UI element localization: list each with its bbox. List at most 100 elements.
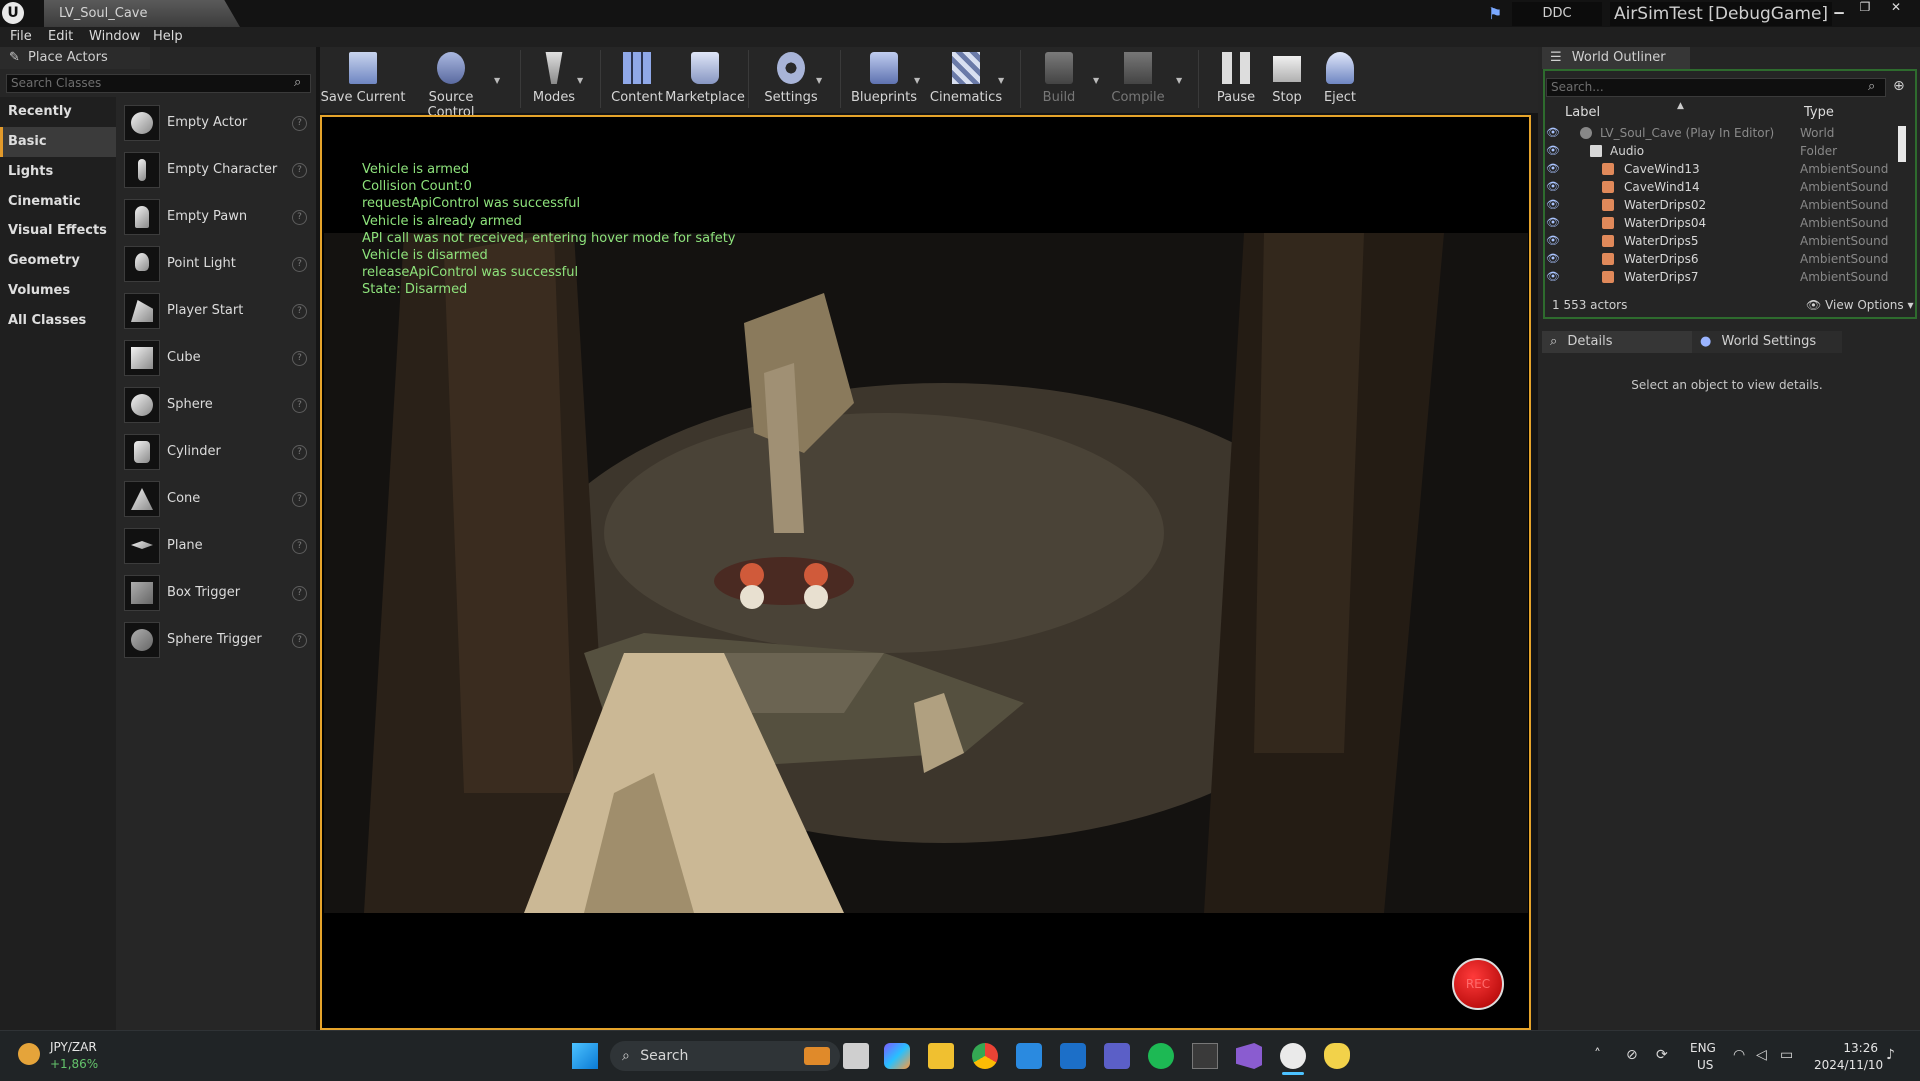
- help-icon[interactable]: ?: [292, 492, 307, 507]
- category-visual-effects[interactable]: Visual Effects: [0, 216, 116, 246]
- outliner-row[interactable]: 👁 CaveWind13 AmbientSound: [1546, 160, 1898, 178]
- actor-sphere[interactable]: Sphere ?: [124, 381, 314, 427]
- menu-edit[interactable]: Edit: [48, 27, 73, 47]
- menu-window[interactable]: Window: [89, 27, 140, 47]
- restore-icon[interactable]: ❐: [1853, 0, 1877, 14]
- speaker-muted-icon[interactable]: ◁: [1756, 1047, 1767, 1063]
- cinematics-dropdown-icon[interactable]: ▼: [998, 76, 1004, 85]
- visibility-eye-icon[interactable]: 👁: [1546, 196, 1560, 214]
- tab-details[interactable]: ⌕ Details: [1542, 331, 1692, 353]
- stock-ticker[interactable]: JPY/ZAR: [50, 1040, 97, 1054]
- compile-dropdown-icon[interactable]: ▼: [1176, 76, 1182, 85]
- category-recently-placed[interactable]: Recently Placed: [0, 97, 116, 149]
- actor-empty-character[interactable]: Empty Character ?: [124, 146, 314, 192]
- settings-dropdown-icon[interactable]: ▼: [816, 76, 822, 85]
- tab-place-actors[interactable]: ✎ Place Actors: [0, 47, 150, 69]
- view-options-button[interactable]: 👁 View Options ▾: [1806, 298, 1914, 312]
- blueprints-button[interactable]: Blueprints: [848, 50, 920, 110]
- terminal-icon[interactable]: [1192, 1043, 1218, 1069]
- show-hidden-icons-icon[interactable]: ˄: [1594, 1047, 1601, 1063]
- category-cinematic[interactable]: Cinematic: [0, 187, 116, 217]
- outliner-row[interactable]: 👁 WaterDrips02 AmbientSound: [1546, 196, 1898, 214]
- actor-sphere-trigger[interactable]: Sphere Trigger ?: [124, 616, 314, 662]
- help-icon[interactable]: ?: [292, 586, 307, 601]
- spotify-icon[interactable]: [1148, 1043, 1174, 1069]
- build-button[interactable]: Build: [1023, 50, 1095, 110]
- stocks-widget-icon[interactable]: [18, 1043, 40, 1065]
- outliner-row[interactable]: 👁 LV_Soul_Cave (Play In Editor) World: [1546, 124, 1898, 142]
- outliner-row[interactable]: 👁 WaterDrips5 AmbientSound: [1546, 232, 1898, 250]
- column-label-header[interactable]: Label: [1565, 103, 1600, 123]
- game-scene-view[interactable]: [324, 233, 1528, 913]
- outliner-row[interactable]: 👁 WaterDrips7 AmbientSound: [1546, 268, 1898, 286]
- wifi-icon[interactable]: ◠: [1733, 1047, 1745, 1063]
- category-basic[interactable]: Basic: [0, 127, 116, 157]
- teams-icon[interactable]: [1104, 1043, 1130, 1069]
- unreal-engine-icon[interactable]: [1280, 1043, 1306, 1069]
- outliner-row[interactable]: 👁 Audio Folder: [1546, 142, 1898, 160]
- tab-world-settings[interactable]: ● World Settings: [1692, 331, 1842, 353]
- actor-player-start[interactable]: Player Start ?: [124, 287, 314, 333]
- compile-button[interactable]: Compile: [1102, 50, 1174, 110]
- outliner-row[interactable]: 👁 WaterDrips6 AmbientSound: [1546, 250, 1898, 268]
- marketplace-button[interactable]: Marketplace: [665, 50, 745, 110]
- eject-button[interactable]: Eject: [1304, 50, 1376, 110]
- help-icon[interactable]: ?: [292, 210, 307, 225]
- language-indicator[interactable]: ENG: [1690, 1041, 1716, 1055]
- battery-icon[interactable]: ▭: [1780, 1047, 1793, 1063]
- ddc-indicator[interactable]: DDC: [1512, 2, 1602, 26]
- source-control-button[interactable]: Source Control: [415, 50, 487, 120]
- column-type-header[interactable]: Type: [1804, 103, 1834, 123]
- source-control-status-icon[interactable]: ⚑: [1488, 4, 1504, 23]
- minimize-icon[interactable]: ▁: [1827, 0, 1851, 14]
- help-icon[interactable]: ?: [292, 633, 307, 648]
- category-lights[interactable]: Lights: [0, 157, 116, 187]
- visibility-eye-icon[interactable]: 👁: [1546, 214, 1560, 232]
- file-explorer-icon[interactable]: [928, 1043, 954, 1069]
- help-icon[interactable]: ?: [292, 539, 307, 554]
- help-icon[interactable]: ?: [292, 351, 307, 366]
- outliner-search-input[interactable]: Search...: [1546, 78, 1886, 97]
- outliner-row[interactable]: 👁 WaterDrips04 AmbientSound: [1546, 214, 1898, 232]
- visibility-eye-icon[interactable]: 👁: [1546, 142, 1560, 160]
- visibility-eye-icon[interactable]: 👁: [1546, 124, 1560, 142]
- sync-icon[interactable]: ⟳: [1656, 1047, 1668, 1063]
- help-icon[interactable]: ?: [292, 304, 307, 319]
- help-icon[interactable]: ?: [292, 116, 307, 131]
- help-icon[interactable]: ?: [292, 257, 307, 272]
- visibility-eye-icon[interactable]: 👁: [1546, 268, 1560, 286]
- actor-cone[interactable]: Cone ?: [124, 475, 314, 521]
- clock-time[interactable]: 13:26: [1814, 1041, 1878, 1055]
- close-icon[interactable]: ✕: [1884, 0, 1908, 14]
- tab-world-outliner[interactable]: ☰ World Outliner: [1542, 47, 1690, 69]
- level-tab[interactable]: LV_Soul_Cave: [44, 0, 240, 27]
- notification-bell-icon[interactable]: ♪: [1886, 1047, 1895, 1063]
- visibility-eye-icon[interactable]: 👁: [1546, 160, 1560, 178]
- build-dropdown-icon[interactable]: ▼: [1093, 76, 1099, 85]
- outliner-row[interactable]: 👁 CaveWind14 AmbientSound: [1546, 178, 1898, 196]
- cinematics-button[interactable]: Cinematics: [930, 50, 1002, 110]
- pet-app-icon[interactable]: [1324, 1043, 1350, 1069]
- actor-cube[interactable]: Cube ?: [124, 334, 314, 380]
- help-icon[interactable]: ?: [292, 445, 307, 460]
- actor-empty-actor[interactable]: Empty Actor ?: [124, 99, 314, 145]
- help-icon[interactable]: ?: [292, 398, 307, 413]
- modes-dropdown-icon[interactable]: ▼: [577, 76, 583, 85]
- taskbar-search[interactable]: ⌕ Search: [610, 1041, 840, 1071]
- category-volumes[interactable]: Volumes: [0, 276, 116, 306]
- network-off-icon[interactable]: ⊘: [1626, 1047, 1638, 1063]
- help-icon[interactable]: ?: [292, 163, 307, 178]
- visibility-eye-icon[interactable]: 👁: [1546, 178, 1560, 196]
- record-button[interactable]: REC: [1452, 958, 1504, 1010]
- add-folder-icon[interactable]: ⊕: [1893, 78, 1905, 94]
- task-view-icon[interactable]: [843, 1043, 869, 1069]
- visibility-eye-icon[interactable]: 👁: [1546, 232, 1560, 250]
- windows-start-icon[interactable]: [572, 1043, 598, 1069]
- actor-point-light[interactable]: Point Light ?: [124, 240, 314, 286]
- search-classes-input[interactable]: Search Classes: [6, 74, 311, 93]
- copilot-icon[interactable]: [884, 1043, 910, 1069]
- vscode-icon[interactable]: [1016, 1043, 1042, 1069]
- save-current-button[interactable]: Save Current: [321, 50, 405, 110]
- outliner-scrollbar[interactable]: [1898, 126, 1906, 162]
- menu-help[interactable]: Help: [153, 27, 183, 47]
